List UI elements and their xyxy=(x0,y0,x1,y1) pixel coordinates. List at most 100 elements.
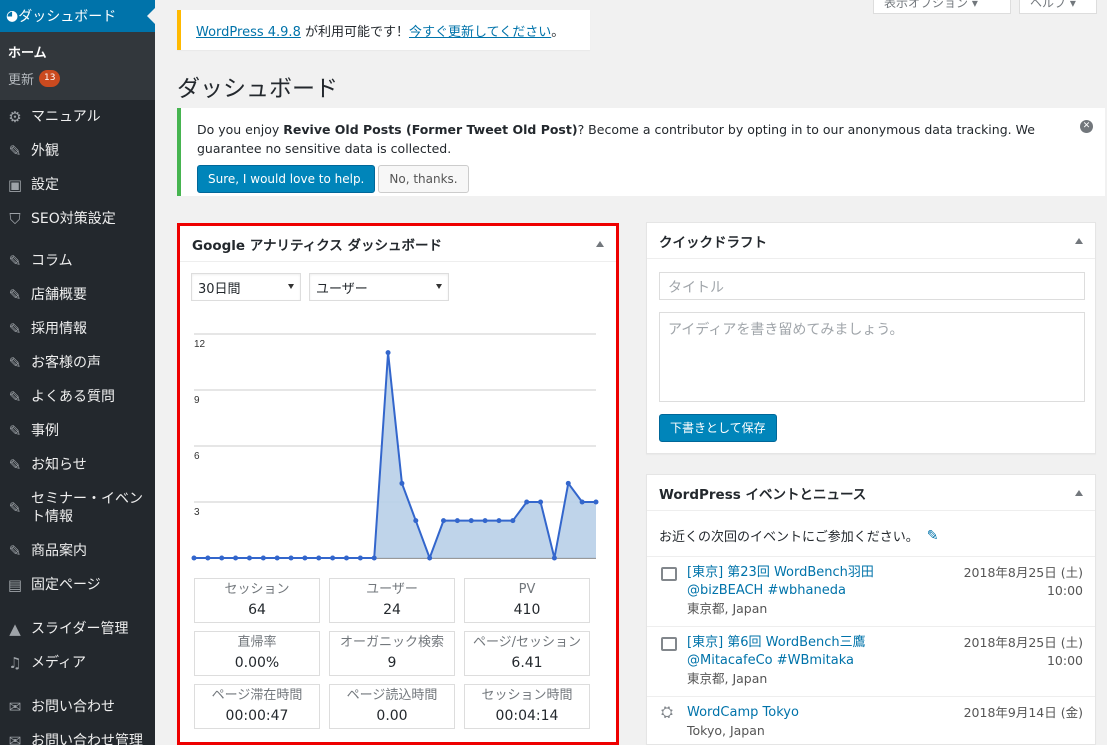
pin-icon: ✎ xyxy=(8,499,22,517)
mail-icon: ✉ xyxy=(8,732,22,745)
pin-icon: ✎ xyxy=(8,388,22,406)
metric-select[interactable]: ユーザー xyxy=(309,273,449,301)
data-point[interactable] xyxy=(330,555,336,561)
decline-tracking-button[interactable]: No, thanks. xyxy=(378,165,469,193)
stat-pages-per-session: ページ/セッション 6.41 xyxy=(464,631,590,676)
data-point[interactable] xyxy=(427,555,433,561)
sidebar-item-slider[interactable]: ▲ スライダー管理 xyxy=(0,612,155,646)
help-button[interactable]: ヘルプ ▾ xyxy=(1019,0,1097,14)
sidebar-item-label: よくある質問 xyxy=(31,389,115,405)
data-point[interactable] xyxy=(205,555,211,561)
quick-draft-title: クイックドラフト xyxy=(659,234,767,251)
data-point[interactable] xyxy=(399,480,405,486)
data-point[interactable] xyxy=(302,555,308,561)
current-menu-arrow xyxy=(147,8,155,24)
data-point[interactable] xyxy=(316,555,322,561)
sidebar-item-products[interactable]: ✎ 商品案内 xyxy=(0,534,155,568)
metric-select-value: ユーザー xyxy=(316,282,368,297)
data-point[interactable] xyxy=(524,499,530,505)
sidebar-item-settings[interactable]: ▣ 設定 xyxy=(0,168,155,202)
event-date-text: 2018年8月25日 (土) xyxy=(963,635,1083,650)
period-select[interactable]: 30日間 xyxy=(191,273,301,301)
stat-sessions: セッション 64 xyxy=(194,578,320,623)
sidebar-item-label: メディア xyxy=(31,655,87,671)
sidebar-item-label: スライダー管理 xyxy=(31,621,129,637)
sidebar-item-media[interactable]: ♫ メディア xyxy=(0,646,155,680)
data-point[interactable] xyxy=(357,555,363,561)
sidebar-item-testimonials[interactable]: ✎ お客様の声 xyxy=(0,346,155,380)
wordpress-version-link[interactable]: WordPress 4.9.8 xyxy=(196,25,301,40)
data-point[interactable] xyxy=(579,499,585,505)
data-point[interactable] xyxy=(246,555,252,561)
collapse-toggle-icon[interactable] xyxy=(596,241,604,247)
sidebar-item-label: コラム xyxy=(31,253,73,269)
shield-icon: ⛉ xyxy=(9,210,21,228)
sidebar-item-seminar[interactable]: ✎ セミナー・イベント情報 xyxy=(0,482,155,534)
quick-draft-header: クイックドラフト xyxy=(647,223,1095,259)
data-point[interactable] xyxy=(191,555,197,561)
stat-pageviews: PV 410 xyxy=(464,578,590,623)
data-point[interactable] xyxy=(510,518,516,524)
sidebar-item-contact[interactable]: ✉ お問い合わせ xyxy=(0,690,155,724)
update-notice: WordPress 4.9.8 が利用可能です！今すぐ更新してください。 xyxy=(177,10,590,50)
sidebar-item-label: 採用情報 xyxy=(31,321,87,337)
draft-content-textarea[interactable]: アイディアを書き留めてみましょう。 xyxy=(659,312,1085,402)
data-point[interactable] xyxy=(538,499,544,505)
plugin-notice-message: Do you enjoy Revive Old Posts (Former Tw… xyxy=(197,120,1057,158)
data-point[interactable] xyxy=(371,555,377,561)
screen-options-button[interactable]: 表示オプション ▾ xyxy=(873,0,1011,14)
submenu-home[interactable]: ホーム xyxy=(0,38,155,65)
sidebar-item-manual[interactable]: ⚙ マニュアル xyxy=(0,100,155,134)
data-point[interactable] xyxy=(288,555,294,561)
data-point[interactable] xyxy=(441,518,447,524)
updates-count-badge: 13 xyxy=(39,70,61,87)
save-draft-button[interactable]: 下書きとして保存 xyxy=(659,414,777,442)
plugin-optin-notice: Do you enjoy Revive Old Posts (Former Tw… xyxy=(177,108,1105,196)
pin-icon: ✎ xyxy=(8,286,22,304)
draft-title-input[interactable]: タイトル xyxy=(659,272,1085,300)
submenu-updates[interactable]: 更新 13 xyxy=(0,65,155,92)
sidebar-item-pages[interactable]: ▤ 固定ページ xyxy=(0,568,155,602)
data-point[interactable] xyxy=(593,499,599,505)
data-point[interactable] xyxy=(565,480,571,486)
data-point[interactable] xyxy=(454,518,460,524)
accept-tracking-button[interactable]: Sure, I would love to help. xyxy=(197,165,376,193)
update-now-link[interactable]: 今すぐ更新してください xyxy=(409,25,551,40)
edit-location-icon[interactable]: ✎ xyxy=(927,528,939,544)
stat-users: ユーザー 24 xyxy=(329,578,455,623)
collapse-toggle-icon[interactable] xyxy=(1075,238,1083,244)
data-point[interactable] xyxy=(496,518,502,524)
data-point[interactable] xyxy=(551,555,557,561)
collapse-toggle-icon[interactable] xyxy=(1075,490,1083,496)
sidebar-item-recruit[interactable]: ✎ 採用情報 xyxy=(0,312,155,346)
google-analytics-widget: Google アナリティクス ダッシュボード 30日間 ユーザー 3 6 9 12 セ… xyxy=(177,223,619,745)
dismiss-notice-icon[interactable]: ✕ xyxy=(1080,120,1093,133)
data-point[interactable] xyxy=(482,518,488,524)
sidebar-item-store[interactable]: ✎ 店舗概要 xyxy=(0,278,155,312)
sidebar-item-faq[interactable]: ✎ よくある質問 xyxy=(0,380,155,414)
sidebar-item-dashboard[interactable]: ◕ ダッシュボード xyxy=(0,0,155,32)
sidebar-item-news[interactable]: ✎ お知らせ xyxy=(0,448,155,482)
data-point[interactable] xyxy=(233,555,239,561)
page-icon: ▤ xyxy=(7,576,23,594)
data-point[interactable] xyxy=(413,518,419,524)
sidebar-item-appearance[interactable]: ✎ 外観 xyxy=(0,134,155,168)
event-location: Tokyo, Japan xyxy=(687,723,765,738)
data-point[interactable] xyxy=(468,518,474,524)
sidebar-item-seo[interactable]: ⛉ SEO対策設定 xyxy=(0,202,155,236)
data-point[interactable] xyxy=(274,555,280,561)
stat-value: 00:00:47 xyxy=(225,708,289,724)
event-location: 東京都, Japan xyxy=(687,601,768,616)
plugin-notice-text-before: Do you enjoy xyxy=(197,122,284,137)
data-point[interactable] xyxy=(219,555,225,561)
data-point[interactable] xyxy=(385,350,391,356)
sidebar-item-cases[interactable]: ✎ 事例 xyxy=(0,414,155,448)
data-point[interactable] xyxy=(260,555,266,561)
data-point[interactable] xyxy=(343,555,349,561)
pin-icon: ✎ xyxy=(8,320,22,338)
sidebar-item-column[interactable]: ✎ コラム xyxy=(0,244,155,278)
events-intro: お近くの次回のイベントにご参加ください。 ✎ xyxy=(647,511,1095,557)
sidebar-item-label: 外観 xyxy=(31,143,59,159)
update-notice-text: が利用可能です！ xyxy=(300,25,409,40)
sidebar-item-contact-admin[interactable]: ✉ お問い合わせ管理 xyxy=(0,724,155,745)
